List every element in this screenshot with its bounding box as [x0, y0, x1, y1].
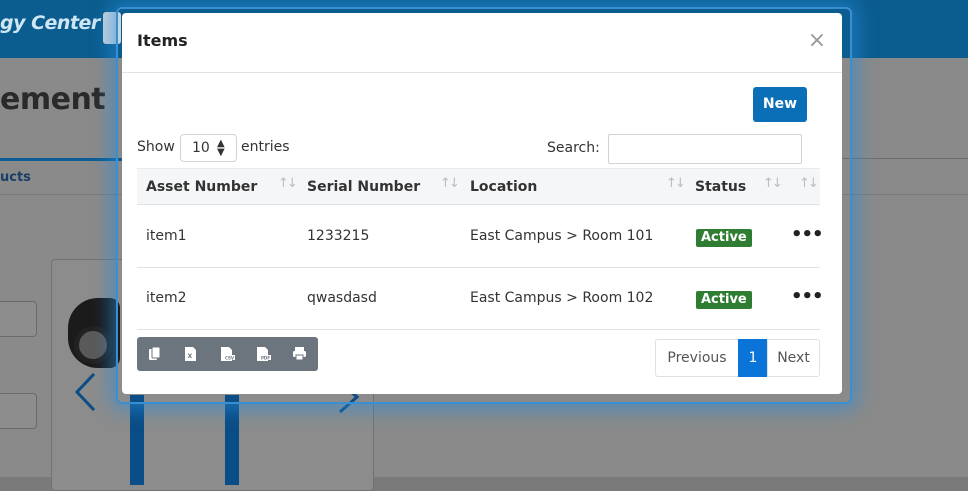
background-active-tab-indicator [0, 158, 122, 161]
pdf-export-button[interactable]: PDF [245, 337, 281, 371]
cell-serial-number: 1233215 [307, 228, 370, 244]
background-wheel-image [74, 326, 112, 364]
new-item-button[interactable]: New [753, 87, 807, 122]
csv-icon: CSV [221, 347, 235, 361]
cell-asset-number: item2 [146, 290, 187, 306]
copy-button[interactable] [137, 337, 173, 371]
entries-label: entries [241, 139, 290, 155]
column-header-status[interactable]: Status [695, 179, 746, 195]
background-lift-post [130, 395, 144, 485]
row-actions-menu-icon[interactable]: ••• [791, 286, 824, 307]
column-header-location[interactable]: Location [470, 179, 537, 195]
sort-icon[interactable]: ↑↓ [763, 176, 783, 191]
svg-text:PDF: PDF [261, 356, 270, 361]
csv-export-button[interactable]: CSV [209, 337, 245, 371]
sort-icon[interactable]: ↑↓ [666, 176, 686, 191]
print-icon [293, 347, 306, 361]
background-tab-products: ucts [0, 170, 31, 185]
carousel-prev-icon [74, 372, 96, 412]
cell-asset-number: item1 [146, 228, 187, 244]
status-badge: Active [696, 291, 752, 309]
column-header-serial-number[interactable]: Serial Number [307, 179, 420, 195]
pagination-current-page[interactable]: 1 [738, 339, 768, 377]
row-actions-menu-icon[interactable]: ••• [791, 224, 824, 245]
column-header-asset-number[interactable]: Asset Number [146, 179, 257, 195]
svg-text:X: X [188, 353, 193, 360]
background-brand-text: gy Center [0, 12, 100, 34]
close-icon[interactable]: × [806, 29, 828, 53]
background-input [0, 301, 37, 337]
svg-text:CSV: CSV [225, 356, 235, 361]
page-size-value: 10 [192, 140, 210, 156]
status-badge: Active [696, 229, 752, 247]
background-lift-post [225, 395, 239, 485]
modal-header: Items × [122, 13, 842, 73]
table-row[interactable]: item1 1233215 East Campus > Room 101 Act… [137, 206, 824, 268]
print-button[interactable] [281, 337, 317, 371]
show-label: Show [137, 139, 175, 155]
table-row[interactable]: item2 qwasdasd East Campus > Room 102 Ac… [137, 268, 824, 330]
table-header: Asset Number ↑↓ Serial Number ↑↓ Locatio… [137, 168, 820, 205]
pdf-icon: PDF [257, 347, 271, 361]
search-label: Search: [547, 140, 600, 156]
items-modal: Items × New Show 10 ▲ ▼ entries Search: A… [122, 13, 842, 394]
background-heading: ement [0, 82, 106, 117]
page-size-select[interactable]: 10 ▲ ▼ [180, 134, 237, 162]
cell-location: East Campus > Room 101 [470, 228, 654, 244]
cell-location: East Campus > Room 102 [470, 290, 654, 306]
excel-export-button[interactable]: X [173, 337, 209, 371]
search-input[interactable] [608, 134, 802, 164]
modal-title: Items [137, 31, 188, 50]
cell-serial-number: qwasdasd [307, 290, 377, 306]
pagination-next[interactable]: Next [767, 339, 820, 377]
background-input [0, 393, 37, 429]
sort-icon[interactable]: ↑↓ [278, 176, 298, 191]
export-button-group: X CSV PDF [137, 337, 318, 371]
select-arrows-icon: ▲ ▼ [217, 138, 225, 158]
sort-icon[interactable]: ↑↓ [440, 176, 460, 191]
copy-icon [149, 346, 161, 360]
pagination-previous[interactable]: Previous [655, 339, 739, 377]
sort-icon[interactable]: ↑↓ [799, 176, 819, 191]
excel-icon: X [185, 347, 196, 361]
